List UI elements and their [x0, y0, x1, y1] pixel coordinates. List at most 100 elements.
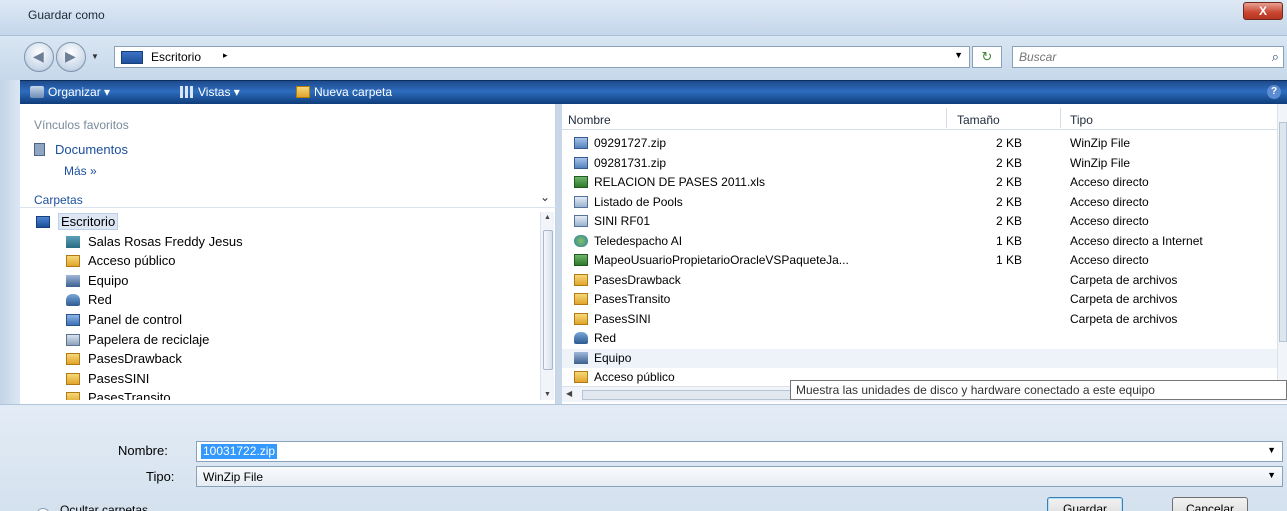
- file-row[interactable]: RELACION DE PASES 2011.xls 2 KB Acceso dir…: [562, 173, 1277, 193]
- file-row[interactable]: Teledespacho AI 1 KB Acceso directo a Inte…: [562, 232, 1277, 252]
- tree-item-red[interactable]: Red: [34, 290, 534, 310]
- help-icon[interactable]: ?: [1267, 85, 1281, 99]
- organize-button[interactable]: Organizar ▾: [30, 85, 110, 99]
- favorite-documents-link[interactable]: Documentos: [34, 142, 128, 157]
- address-dropdown-icon[interactable]: ▼: [954, 50, 963, 60]
- organize-label: Organizar: [48, 85, 101, 99]
- file-name: Red: [594, 331, 617, 345]
- breadcrumb-escritorio[interactable]: Escritorio: [151, 50, 201, 64]
- column-divider[interactable]: [946, 108, 947, 128]
- network-icon: [66, 294, 80, 307]
- control-panel-icon: [66, 313, 80, 326]
- command-toolbar: Organizar ▾ Vistas ▾ Nueva carpeta ?: [20, 80, 1287, 104]
- file-name-cell: Listado de Pools: [574, 193, 683, 213]
- save-button[interactable]: Guardar: [1047, 497, 1123, 511]
- forward-button[interactable]: ▶: [56, 42, 86, 72]
- file-name: 09291727.zip: [594, 136, 667, 150]
- search-input[interactable]: [1019, 50, 1249, 64]
- excel-shortcut-icon: [574, 176, 588, 188]
- file-row[interactable]: Equipo: [562, 348, 1277, 368]
- file-name-value[interactable]: 10031722.zip: [201, 444, 278, 459]
- hide-folders-toggle[interactable]: ▲Ocultar carpetas: [36, 503, 148, 511]
- file-list-vertical-thumb[interactable]: [1279, 122, 1287, 342]
- tree-item-acceso-publico[interactable]: Acceso público: [34, 251, 534, 271]
- file-list-header: Nombre Tamaño Tipo: [562, 104, 1287, 130]
- tree-item-label: PasesSINI: [88, 370, 150, 386]
- views-button[interactable]: Vistas ▾: [180, 85, 240, 99]
- refresh-button[interactable]: ↻: [972, 46, 1002, 68]
- cancel-button[interactable]: Cancelar: [1172, 497, 1248, 511]
- address-field[interactable]: Escritorio ▸ ▼: [114, 46, 970, 68]
- file-type: Carpeta de archivos: [1070, 272, 1178, 287]
- file-type-select[interactable]: WinZip File ▼: [196, 466, 1283, 487]
- file-type: Acceso directo: [1070, 194, 1149, 209]
- column-header-type[interactable]: Tipo: [1070, 113, 1093, 127]
- folder-tree-scrollbar[interactable]: ▲ ▼: [540, 212, 554, 400]
- folder-tree-scroll-thumb[interactable]: [543, 230, 553, 370]
- more-favorites-link[interactable]: Más »: [64, 164, 97, 178]
- file-row[interactable]: PasesTransito Carpeta de archivos: [562, 290, 1277, 310]
- save-form: Nombre: 10031722.zip ▼ Tipo: WinZip File…: [0, 404, 1287, 511]
- tree-item-user[interactable]: Salas Rosas Freddy Jesus: [34, 232, 534, 252]
- tree-item-papelera[interactable]: Papelera de reciclaje: [34, 330, 534, 350]
- file-row[interactable]: PasesDrawback Carpeta de archivos: [562, 271, 1277, 291]
- file-type-dropdown-icon[interactable]: ▼: [1267, 470, 1276, 480]
- user-folder-icon: [66, 235, 80, 248]
- column-divider[interactable]: [1060, 108, 1061, 128]
- file-size: 2 KB: [995, 214, 1022, 228]
- new-folder-label: Nueva carpeta: [314, 85, 393, 99]
- file-row[interactable]: Red: [562, 329, 1277, 349]
- tree-item-panel-de-control[interactable]: Panel de control: [34, 310, 534, 330]
- file-name: Equipo: [594, 350, 632, 365]
- folders-header[interactable]: Carpetas ⌄: [20, 188, 556, 208]
- tree-item-equipo[interactable]: Equipo: [34, 271, 534, 291]
- tree-item-passessini[interactable]: PasesSINI: [34, 369, 534, 389]
- file-name: PasesSINI: [594, 311, 651, 326]
- tree-item-label: Panel de control: [88, 311, 182, 327]
- tree-item-label: Escritorio: [58, 213, 119, 230]
- scroll-up-icon[interactable]: ▲: [544, 214, 551, 221]
- file-row[interactable]: 09281731.zip 2 KB WinZip File: [562, 154, 1277, 174]
- file-type: Acceso directo: [1070, 253, 1149, 267]
- file-row[interactable]: PasesSINI Carpeta de archivos: [562, 310, 1277, 330]
- file-name: PasesDrawback: [594, 272, 681, 287]
- scroll-down-icon[interactable]: ▼: [544, 391, 551, 398]
- new-folder-button[interactable]: Nueva carpeta: [296, 85, 392, 99]
- window-frame-left: [0, 36, 20, 404]
- search-box[interactable]: ⌕: [1012, 46, 1284, 68]
- chevron-down-icon[interactable]: ⌄: [540, 190, 550, 204]
- tree-item-pasestransito[interactable]: PasesTransito: [34, 388, 534, 400]
- file-row[interactable]: SINI RF01 2 KB Acceso directo: [562, 212, 1277, 232]
- file-type: Acceso directo: [1070, 175, 1149, 189]
- computer-icon: [66, 274, 80, 287]
- file-type: Acceso directo a Internet: [1070, 233, 1203, 248]
- file-row[interactable]: MapeoUsuarioPropietarioOracleVSPaqueteJa…: [562, 251, 1277, 271]
- file-size: 2 KB: [995, 155, 1022, 170]
- column-header-size[interactable]: Tamaño: [957, 113, 1000, 127]
- recent-pages-dropdown[interactable]: ▼: [91, 52, 101, 62]
- folder-icon: [66, 353, 80, 366]
- folder-icon: [574, 273, 588, 286]
- file-name-input[interactable]: 10031722.zip ▼: [196, 441, 1283, 462]
- back-button[interactable]: ◀: [24, 42, 54, 72]
- file-type-value: WinZip File: [203, 470, 264, 484]
- file-list-vertical-scrollbar[interactable]: [1277, 104, 1287, 386]
- file-name-cell: Red: [574, 329, 616, 349]
- scroll-left-icon[interactable]: ◀: [566, 389, 572, 398]
- search-icon[interactable]: ⌕: [1272, 49, 1279, 65]
- breadcrumb-arrow[interactable]: ▸: [223, 50, 228, 61]
- file-name-cell: SINI RF01: [574, 212, 650, 232]
- folders-header-label: Carpetas: [34, 193, 83, 207]
- title-bar: Guardar como X: [0, 0, 1287, 36]
- tree-item-label: Equipo: [88, 272, 129, 288]
- file-row[interactable]: 09291727.zip 2 KB WinZip File: [562, 134, 1277, 154]
- file-row[interactable]: Listado de Pools 2 KB Acceso directo: [562, 193, 1277, 213]
- file-name-cell: 09281731.zip: [574, 154, 666, 174]
- close-button[interactable]: X: [1243, 2, 1283, 20]
- tree-item-escritorio[interactable]: Escritorio: [34, 212, 534, 232]
- file-name-dropdown-icon[interactable]: ▼: [1267, 445, 1276, 455]
- computer-icon: [574, 351, 588, 364]
- file-type-label: Tipo:: [146, 469, 175, 484]
- tree-item-pasesdrawback[interactable]: PasesDrawback: [34, 349, 534, 369]
- column-header-name[interactable]: Nombre: [568, 113, 611, 127]
